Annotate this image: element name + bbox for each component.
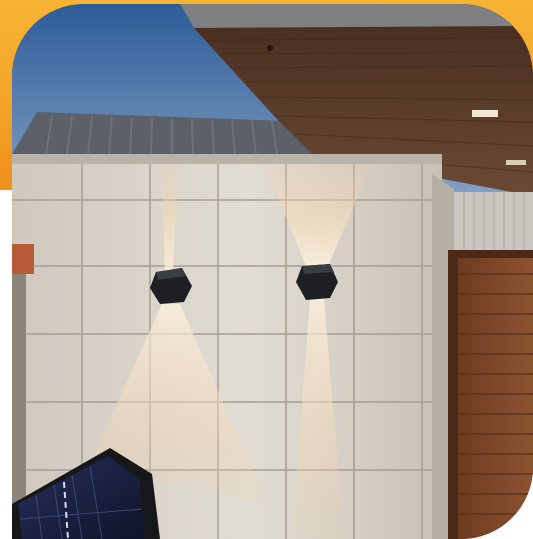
left-post <box>12 244 26 539</box>
photo-card <box>12 4 533 539</box>
ceiling-light-2 <box>506 160 526 165</box>
wooden-door <box>458 258 533 539</box>
wall-coping <box>12 154 442 164</box>
concrete-beam <box>180 4 533 28</box>
ceiling-light-1 <box>472 110 498 117</box>
product-photo <box>0 0 533 539</box>
house-scene <box>12 4 533 539</box>
recessed-downlight <box>267 45 273 51</box>
left-post-cap <box>12 244 34 274</box>
